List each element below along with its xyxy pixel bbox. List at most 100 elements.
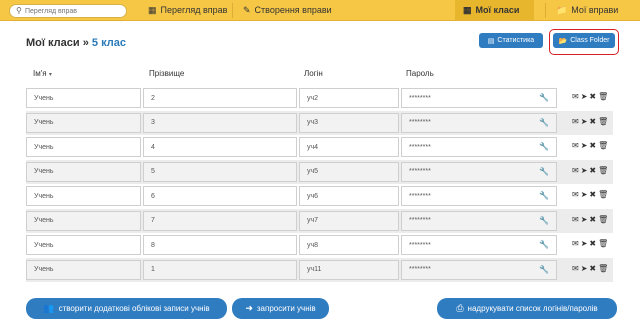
header-name-label: Ім'я (33, 69, 47, 78)
wrench-icon[interactable]: 🔧 (539, 240, 549, 249)
trash-icon[interactable]: 🗑 (598, 190, 608, 199)
wrench-icon[interactable]: 🔧 (539, 191, 549, 200)
name-cell[interactable]: Учень (26, 112, 141, 133)
trash-icon[interactable]: 🗑 (598, 239, 608, 248)
password-value: ******** (409, 217, 431, 224)
nav-create-exercise[interactable]: ✎ Створення вправи (235, 0, 340, 20)
bar-chart-icon: ▤ (487, 37, 495, 45)
surname-cell[interactable]: 5 (143, 161, 297, 182)
close-icon[interactable]: ✖ (589, 190, 596, 199)
password-value: ******** (409, 192, 431, 200)
password-cell[interactable]: ******** 🔧 (401, 210, 557, 231)
surname-cell[interactable]: 2 (143, 88, 297, 108)
grid-icon: ▦ (148, 4, 157, 15)
wrench-icon[interactable]: 🔧 (539, 167, 549, 176)
close-icon[interactable]: ✖ (589, 264, 596, 273)
envelope-icon[interactable]: ✉ (572, 92, 579, 101)
password-cell[interactable]: ******** 🔧 (401, 112, 557, 133)
login-cell[interactable]: уч7 (299, 210, 399, 231)
table-row: Учень 8 уч8 ******** 🔧 ✉ ➤ ✖ 🗑 (26, 233, 613, 257)
password-value: ******** (409, 266, 431, 273)
column-header-name[interactable]: Ім'я ▾ (33, 69, 52, 78)
send-icon[interactable]: ➤ (581, 239, 588, 248)
surname-cell[interactable]: 4 (143, 137, 297, 157)
send-icon[interactable]: ➤ (581, 215, 588, 224)
nav-browse-exercises[interactable]: ▦ Перегляд вправ (140, 0, 235, 20)
print-icon: ⎙ (456, 303, 464, 313)
password-cell[interactable]: ******** 🔧 (401, 259, 557, 280)
close-icon[interactable]: ✖ (589, 215, 596, 224)
nav-my-classes[interactable]: ▦ Мої класи (455, 0, 534, 20)
create-accounts-button[interactable]: 👥 створити додаткові облікові записи учн… (26, 298, 227, 319)
trash-icon[interactable]: 🗑 (598, 215, 608, 224)
name-cell[interactable]: Учень (26, 88, 141, 108)
search-box[interactable]: ⚲ (9, 4, 127, 18)
class-folder-label: Class Folder (570, 37, 610, 44)
password-cell[interactable]: ******** 🔧 (401, 235, 557, 255)
send-icon[interactable]: ➤ (581, 141, 588, 150)
envelope-icon[interactable]: ✉ (572, 190, 579, 199)
trash-icon[interactable]: 🗑 (598, 264, 608, 273)
name-cell[interactable]: Учень (26, 259, 141, 280)
name-cell[interactable]: Учень (26, 186, 141, 206)
login-cell[interactable]: уч8 (299, 235, 399, 255)
send-icon[interactable]: ➤ (581, 166, 588, 175)
close-icon[interactable]: ✖ (589, 92, 596, 101)
table-row: Учень 5 уч5 ******** 🔧 ✉ ➤ ✖ 🗑 (26, 159, 613, 184)
envelope-icon[interactable]: ✉ (572, 141, 579, 150)
password-cell[interactable]: ******** 🔧 (401, 137, 557, 157)
name-cell[interactable]: Учень (26, 161, 141, 182)
surname-cell[interactable]: 7 (143, 210, 297, 231)
trash-icon[interactable]: 🗑 (598, 141, 608, 150)
class-folder-button[interactable]: 📂 Class Folder (553, 33, 615, 48)
folder-icon: 📁 (556, 4, 568, 15)
wrench-icon[interactable]: 🔧 (539, 142, 549, 151)
trash-icon[interactable]: 🗑 (598, 166, 608, 175)
wrench-icon[interactable]: 🔧 (539, 118, 549, 127)
surname-cell[interactable]: 1 (143, 259, 297, 280)
name-cell[interactable]: Учень (26, 137, 141, 157)
close-icon[interactable]: ✖ (589, 141, 596, 150)
envelope-icon[interactable]: ✉ (572, 117, 579, 126)
wrench-icon[interactable]: 🔧 (539, 216, 549, 225)
envelope-icon[interactable]: ✉ (572, 264, 579, 273)
close-icon[interactable]: ✖ (589, 117, 596, 126)
envelope-icon[interactable]: ✉ (572, 215, 579, 224)
nav-my-exercises[interactable]: 📁 Мої вправи (548, 0, 626, 20)
trash-icon[interactable]: 🗑 (598, 92, 608, 101)
surname-cell[interactable]: 8 (143, 235, 297, 255)
envelope-icon[interactable]: ✉ (572, 239, 579, 248)
send-icon[interactable]: ➤ (581, 92, 588, 101)
envelope-icon[interactable]: ✉ (572, 166, 579, 175)
breadcrumb-class: 5 клас (91, 37, 126, 49)
close-icon[interactable]: ✖ (589, 239, 596, 248)
send-icon[interactable]: ➤ (581, 190, 588, 199)
row-actions: ✉ ➤ ✖ 🗑 (572, 264, 608, 273)
wrench-icon[interactable]: 🔧 (539, 265, 549, 274)
password-cell[interactable]: ******** 🔧 (401, 88, 557, 108)
invite-students-button[interactable]: ➜ запросити учнів (232, 298, 329, 319)
statistics-button[interactable]: ▤ Статистика (479, 33, 543, 48)
trash-icon[interactable]: 🗑 (598, 117, 608, 126)
breadcrumb-root[interactable]: Мої класи (26, 37, 80, 49)
search-input[interactable] (25, 6, 123, 16)
surname-cell[interactable]: 3 (143, 112, 297, 133)
login-cell[interactable]: уч5 (299, 161, 399, 182)
send-icon[interactable]: ➤ (581, 117, 588, 126)
surname-cell[interactable]: 6 (143, 186, 297, 206)
name-cell[interactable]: Учень (26, 235, 141, 255)
print-credentials-button[interactable]: ⎙ надрукувати список логінів/паролів (437, 298, 617, 319)
password-cell[interactable]: ******** 🔧 (401, 161, 557, 182)
send-icon[interactable]: ➤ (581, 264, 588, 273)
name-cell[interactable]: Учень (26, 210, 141, 231)
login-cell[interactable]: уч3 (299, 112, 399, 133)
password-value: ******** (409, 94, 431, 102)
password-value: ******** (409, 143, 431, 151)
login-cell[interactable]: уч6 (299, 186, 399, 206)
login-cell[interactable]: уч11 (299, 259, 399, 280)
close-icon[interactable]: ✖ (589, 166, 596, 175)
login-cell[interactable]: уч4 (299, 137, 399, 157)
login-cell[interactable]: уч2 (299, 88, 399, 108)
password-cell[interactable]: ******** 🔧 (401, 186, 557, 206)
wrench-icon[interactable]: 🔧 (539, 93, 549, 102)
